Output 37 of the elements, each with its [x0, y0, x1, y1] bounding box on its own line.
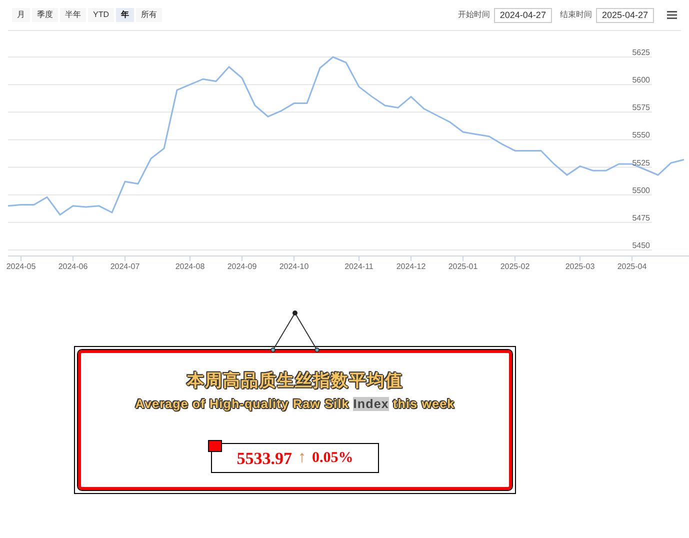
- start-date-field[interactable]: 2024-04-27: [494, 8, 552, 22]
- change-percent: 0.05%: [312, 449, 354, 468]
- up-arrow: ↑: [298, 448, 306, 468]
- x-axis-label: 2024-08: [175, 262, 205, 271]
- x-axis-label: 2025-03: [565, 262, 595, 271]
- range-button[interactable]: 所有: [136, 8, 162, 22]
- x-axis-label: 2024-10: [279, 262, 309, 271]
- x-axis-label: 2025-02: [500, 262, 530, 271]
- menu-icon[interactable]: [667, 11, 677, 19]
- hanger-drawing: [268, 310, 322, 354]
- x-axis-label: 2024-07: [110, 262, 140, 271]
- end-date-field[interactable]: 2025-04-27: [596, 8, 654, 22]
- y-axis-label: 5500: [632, 186, 650, 195]
- x-axis-label: 2025-04: [617, 262, 647, 271]
- card-title: 本周高品质生丝指数平均值: [187, 370, 403, 392]
- x-axis-label: 2024-12: [396, 262, 426, 271]
- y-axis-label: 5525: [632, 158, 650, 168]
- x-axis-label: 2024-05: [6, 262, 36, 271]
- range-button[interactable]: 季度: [32, 8, 58, 22]
- start-date-label: 开始时间: [458, 9, 490, 21]
- x-axis-label: 2024-11: [344, 262, 374, 271]
- y-axis-label: 5550: [632, 130, 650, 140]
- card-subtitle: Average of High-quality Raw Silk Index this week: [135, 396, 455, 413]
- y-axis-label: 5625: [632, 48, 650, 57]
- end-date-label: 结束时间: [560, 9, 592, 21]
- x-axis-label: 2024-09: [227, 262, 257, 271]
- y-axis-label: 5575: [632, 103, 650, 112]
- range-button[interactable]: 月: [12, 8, 30, 22]
- x-axis-label: 2024-06: [58, 262, 88, 271]
- x-axis-label: 2025-01: [448, 262, 478, 271]
- y-axis-label: 5475: [632, 213, 650, 222]
- range-button[interactable]: 年: [116, 8, 134, 22]
- y-axis-label: 5600: [632, 76, 650, 85]
- index-value: 5533.97: [236, 448, 292, 470]
- range-button[interactable]: 半年: [60, 8, 86, 22]
- y-axis-label: 5450: [632, 241, 650, 250]
- range-button[interactable]: YTD: [88, 8, 114, 22]
